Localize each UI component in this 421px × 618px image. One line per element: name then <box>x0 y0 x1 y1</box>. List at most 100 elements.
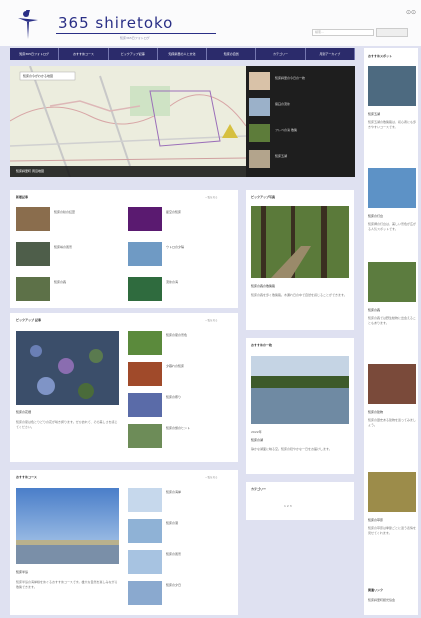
list-item[interactable]: 知床の祭り <box>166 395 181 399</box>
nav-item-pickup[interactable]: ピックアップ記事 <box>109 48 158 60</box>
thumb-image[interactable] <box>128 331 162 355</box>
photo-text: 静かな湖面に映る空。知床の穏やかな一日をお届けします。 <box>251 447 332 451</box>
flowers-image <box>16 331 119 405</box>
thumb-image[interactable] <box>128 393 162 417</box>
list-item[interactable]: 知床の港 <box>166 521 178 525</box>
feature-text: 知床の夏は色とりどりの花が咲き誇ります。ぜひ訪れて、その美しさを感じてください。 <box>16 420 118 429</box>
map-caption: 知床斜里町 周辺地図 <box>10 166 246 177</box>
thumb-image[interactable] <box>16 242 50 266</box>
logo-icon[interactable] <box>14 8 40 40</box>
slider-item[interactable]: 知床斜里の今日の一枚 <box>249 70 353 92</box>
lake-image[interactable] <box>251 356 349 424</box>
site-subtitle: 知床365日フォトログ <box>120 36 150 40</box>
forest-image[interactable] <box>251 206 349 278</box>
recommend-section: おすすめの一枚 2022年 知床の湖 静かな湖面に映る空。知床の穏やかな一日をお… <box>246 338 354 474</box>
pagination[interactable]: 1 2 3 <box>284 504 292 508</box>
spot-text: 知床の歴史ある建物を巡ってみましょう。 <box>368 418 416 427</box>
sidebar: おすすめスポット 知床五湖 知床五湖の散策路は、初心者にも歩きやすいコースです。… <box>364 48 418 615</box>
section-title: おすすめコース <box>16 475 37 479</box>
site-title[interactable]: 365 shiretoko <box>58 14 173 32</box>
map-panel[interactable]: 知床の今がわかる地図 <box>10 66 246 177</box>
thumb-image[interactable] <box>128 207 162 231</box>
more-link[interactable]: 一覧を見る <box>205 318 218 322</box>
thumb-image[interactable] <box>128 424 162 448</box>
feature-title[interactable]: 知床半島 <box>16 570 28 574</box>
spot-image[interactable] <box>368 66 416 106</box>
thumb-image[interactable] <box>128 362 162 386</box>
spot-image[interactable] <box>368 364 416 404</box>
list-item[interactable]: 知床の風景 <box>166 552 181 556</box>
nav-item-culture[interactable]: 知床斜里の人と文化 <box>158 48 208 60</box>
list-item[interactable]: 夕暮れの知床 <box>166 364 184 368</box>
slider-item-label: 知床五湖 <box>275 154 288 158</box>
spot-image[interactable] <box>368 262 416 302</box>
thumb-image[interactable] <box>128 488 162 512</box>
nav-item-category[interactable]: カテゴリー <box>256 48 306 60</box>
map-badge: 知床の今がわかる地図 <box>23 74 54 78</box>
search-button[interactable] <box>376 28 408 37</box>
slider-thumb <box>249 150 270 168</box>
slider-item[interactable]: フレペの滝 散策 <box>249 122 353 144</box>
more-link[interactable]: 一覧を見る <box>205 475 218 479</box>
list-item[interactable]: 知床の森 <box>54 280 66 284</box>
search-input[interactable]: 検索... <box>312 29 374 36</box>
photo-caption[interactable]: 知床の湖 <box>251 438 263 442</box>
nav-item-nature[interactable]: 知床の自然 <box>207 48 257 60</box>
spot-title[interactable]: 知床の森 <box>368 308 380 312</box>
thumb-image[interactable] <box>128 519 162 543</box>
list-item[interactable]: 知床の夏の景色 <box>166 333 187 337</box>
spot-title[interactable]: 知床の建物 <box>368 410 383 414</box>
slider-list: 知床斜里の今日の一枚 羅臼の流氷 フレペの滝 散策 知床五湖 <box>246 66 355 177</box>
list-item[interactable]: 知床の海岸 <box>166 490 181 494</box>
thumb-image[interactable] <box>128 242 162 266</box>
nav-item-home[interactable]: 知床365日フォトログ <box>10 48 60 60</box>
spot-text: 知床の草原は季節ごとに違う表情を見せてくれます。 <box>368 526 417 535</box>
list-item[interactable]: 知床の秋の紅葉 <box>54 210 75 214</box>
slider-thumb <box>249 124 270 142</box>
spot-image[interactable] <box>368 168 416 208</box>
section-title: ピックアップ 記事 <box>16 318 42 322</box>
thumb-image[interactable] <box>16 207 50 231</box>
list-item[interactable]: ウトロの夕陽 <box>166 245 184 249</box>
spot-title[interactable]: 知床五湖 <box>368 112 380 116</box>
spot-image[interactable] <box>368 472 416 512</box>
thumb-image[interactable] <box>128 581 162 605</box>
slider-item[interactable]: 知床五湖 <box>249 148 353 170</box>
section-title: ピックアップ写真 <box>251 195 276 199</box>
feature-image[interactable] <box>16 488 119 564</box>
feature-text: 知床半島の海岸線をめぐるおすすめコースです。雄大な自然を楽しみながら散策できます… <box>16 580 118 589</box>
spot-title[interactable]: 知床の草原 <box>368 518 383 522</box>
list-item[interactable]: 流氷の海 <box>166 280 178 284</box>
photo-caption[interactable]: 知床の森の散策路 <box>251 284 275 288</box>
spot-text: 知床の森では野生動物に出会えることもあります。 <box>368 316 416 325</box>
sidebar-footer-title: 関連リンク <box>368 588 384 592</box>
nav-item-archive[interactable]: 月別アーカイブ <box>306 48 355 60</box>
nav-item-course[interactable]: おすすめコース <box>59 48 109 60</box>
feature-title[interactable]: 知床の花畑 <box>16 410 31 414</box>
slider-thumb <box>249 72 270 90</box>
category-section: カテゴリー 1 2 3 <box>246 482 354 520</box>
slider-item-label: 羅臼の流氷 <box>275 102 291 106</box>
spot-title[interactable]: 知床の灯台 <box>368 214 383 218</box>
sidebar-footer-link[interactable]: 知床斜里町観光協会 <box>368 598 395 602</box>
sidebar-title: おすすめスポット <box>368 54 393 58</box>
section-title: カテゴリー <box>251 487 267 491</box>
social-icons[interactable]: ⊙⊙ <box>406 9 416 16</box>
list-item[interactable]: 知床の旅のヒント <box>166 426 190 430</box>
recent-section: 新着記事 一覧を見る 知床の秋の紅葉 星空の知床 知床峠の風景 ウトロの夕陽 知… <box>10 190 238 308</box>
list-item[interactable]: 星空の知床 <box>166 210 181 214</box>
more-link[interactable]: 一覧を見る <box>205 195 218 199</box>
thumb-image[interactable] <box>128 550 162 574</box>
course-section: おすすめコース 一覧を見る 知床半島 知床半島の海岸線をめぐるおすすめコースです… <box>10 470 238 615</box>
photo-text: 知床の森を歩く散策路。木漏れ日の中で自然を感じることができます。 <box>251 293 347 297</box>
spot-text: 知床岬の灯台は、美しい景色が広がる人気スポットです。 <box>368 222 417 231</box>
list-item[interactable]: 知床峠の風景 <box>54 245 72 249</box>
slider-item[interactable]: 羅臼の流氷 <box>249 96 353 118</box>
thumb-image[interactable] <box>16 277 50 301</box>
thumb-image[interactable] <box>128 277 162 301</box>
pickup-photo-section: ピックアップ写真 知床の森の散策路 知床の森を歩く散策路。木漏れ日の中で自然を感… <box>246 190 354 330</box>
title-underline <box>56 33 216 34</box>
feature-image[interactable] <box>16 331 119 405</box>
list-item[interactable]: 知床の夕日 <box>166 583 181 587</box>
slider-item-label: フレペの滝 散策 <box>275 128 297 132</box>
